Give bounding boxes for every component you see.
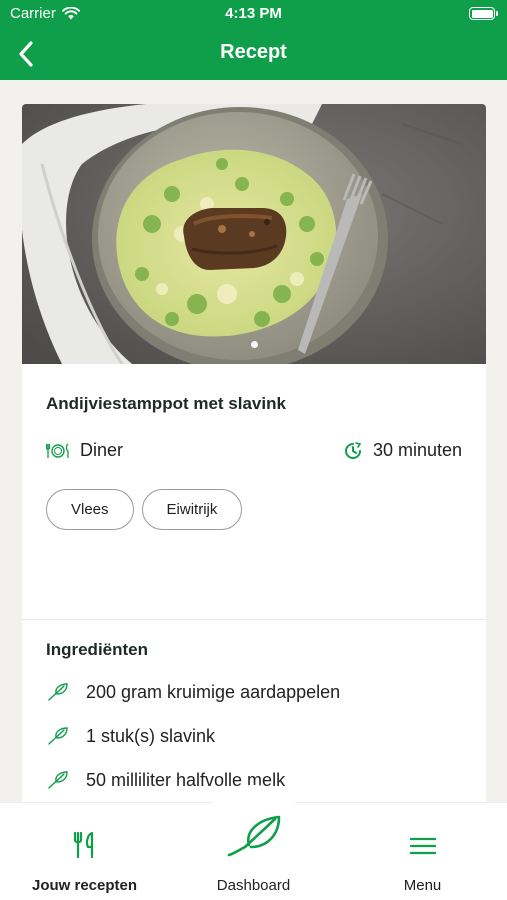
page-title: Recept bbox=[220, 41, 287, 63]
recipe-title: Andijviestamppot met slavink bbox=[46, 394, 286, 413]
meal-type: Diner bbox=[46, 440, 123, 461]
cutlery-icon bbox=[73, 831, 93, 859]
leaf-icon bbox=[227, 815, 280, 857]
duration-label: 30 minuten bbox=[372, 440, 462, 460]
leaf-icon bbox=[48, 771, 68, 789]
status-bar: Carrier 4:13 PM bbox=[0, 0, 507, 28]
status-time: 4:13 PM bbox=[225, 5, 282, 22]
ingredients-title: Ingrediënten bbox=[46, 640, 149, 659]
recipe-scroll-view[interactable]: Andijviestamppot met slavink Diner 30 mi… bbox=[0, 80, 507, 802]
tab-dashboard[interactable]: Dashboard bbox=[169, 803, 338, 900]
duration: 30 minuten bbox=[343, 440, 462, 461]
leaf-icon bbox=[48, 683, 68, 701]
recipe-photo-carousel[interactable] bbox=[22, 104, 486, 364]
recipe-photo bbox=[22, 104, 486, 364]
meal-type-label: Diner bbox=[80, 440, 124, 460]
recipe-meta: Diner 30 minuten bbox=[46, 440, 462, 461]
clock-icon bbox=[344, 441, 362, 459]
ingredient-item: 200 gram kruimige aardappelen bbox=[46, 670, 462, 714]
tab-label: Jouw recepten bbox=[31, 877, 138, 894]
ingredient-label: 1 stuk(s) slavink bbox=[86, 725, 216, 746]
tab-label: Dashboard bbox=[216, 877, 291, 894]
ingredient-item: 1 stuk(s) slavink bbox=[46, 714, 462, 758]
ingredients-section: Ingrediënten 200 gram kruimige aardappel… bbox=[22, 619, 486, 802]
battery-icon bbox=[469, 7, 498, 20]
recipe-card: Andijviestamppot met slavink Diner 30 mi… bbox=[22, 104, 486, 802]
tag-chip[interactable]: Eiwitrijk bbox=[141, 489, 243, 530]
tab-bar: Jouw recepten Dashboard Menu bbox=[0, 785, 507, 900]
recipe-info: Andijviestamppot met slavink Diner 30 mi… bbox=[22, 364, 486, 619]
tag-chip[interactable]: Vlees bbox=[46, 489, 134, 530]
hamburger-icon bbox=[409, 837, 436, 855]
tag-list: Vlees Eiwitrijk bbox=[46, 489, 462, 530]
leaf-icon bbox=[48, 727, 68, 745]
plate-cutlery-icon bbox=[46, 442, 69, 458]
tab-jouw-recepten[interactable]: Jouw recepten bbox=[0, 803, 169, 900]
tab-menu[interactable]: Menu bbox=[338, 803, 507, 900]
carousel-page-indicator bbox=[22, 341, 486, 348]
nav-bar: Recept bbox=[0, 28, 507, 80]
tab-label: Menu bbox=[403, 877, 442, 894]
ingredient-label: 200 gram kruimige aardappelen bbox=[86, 681, 341, 702]
